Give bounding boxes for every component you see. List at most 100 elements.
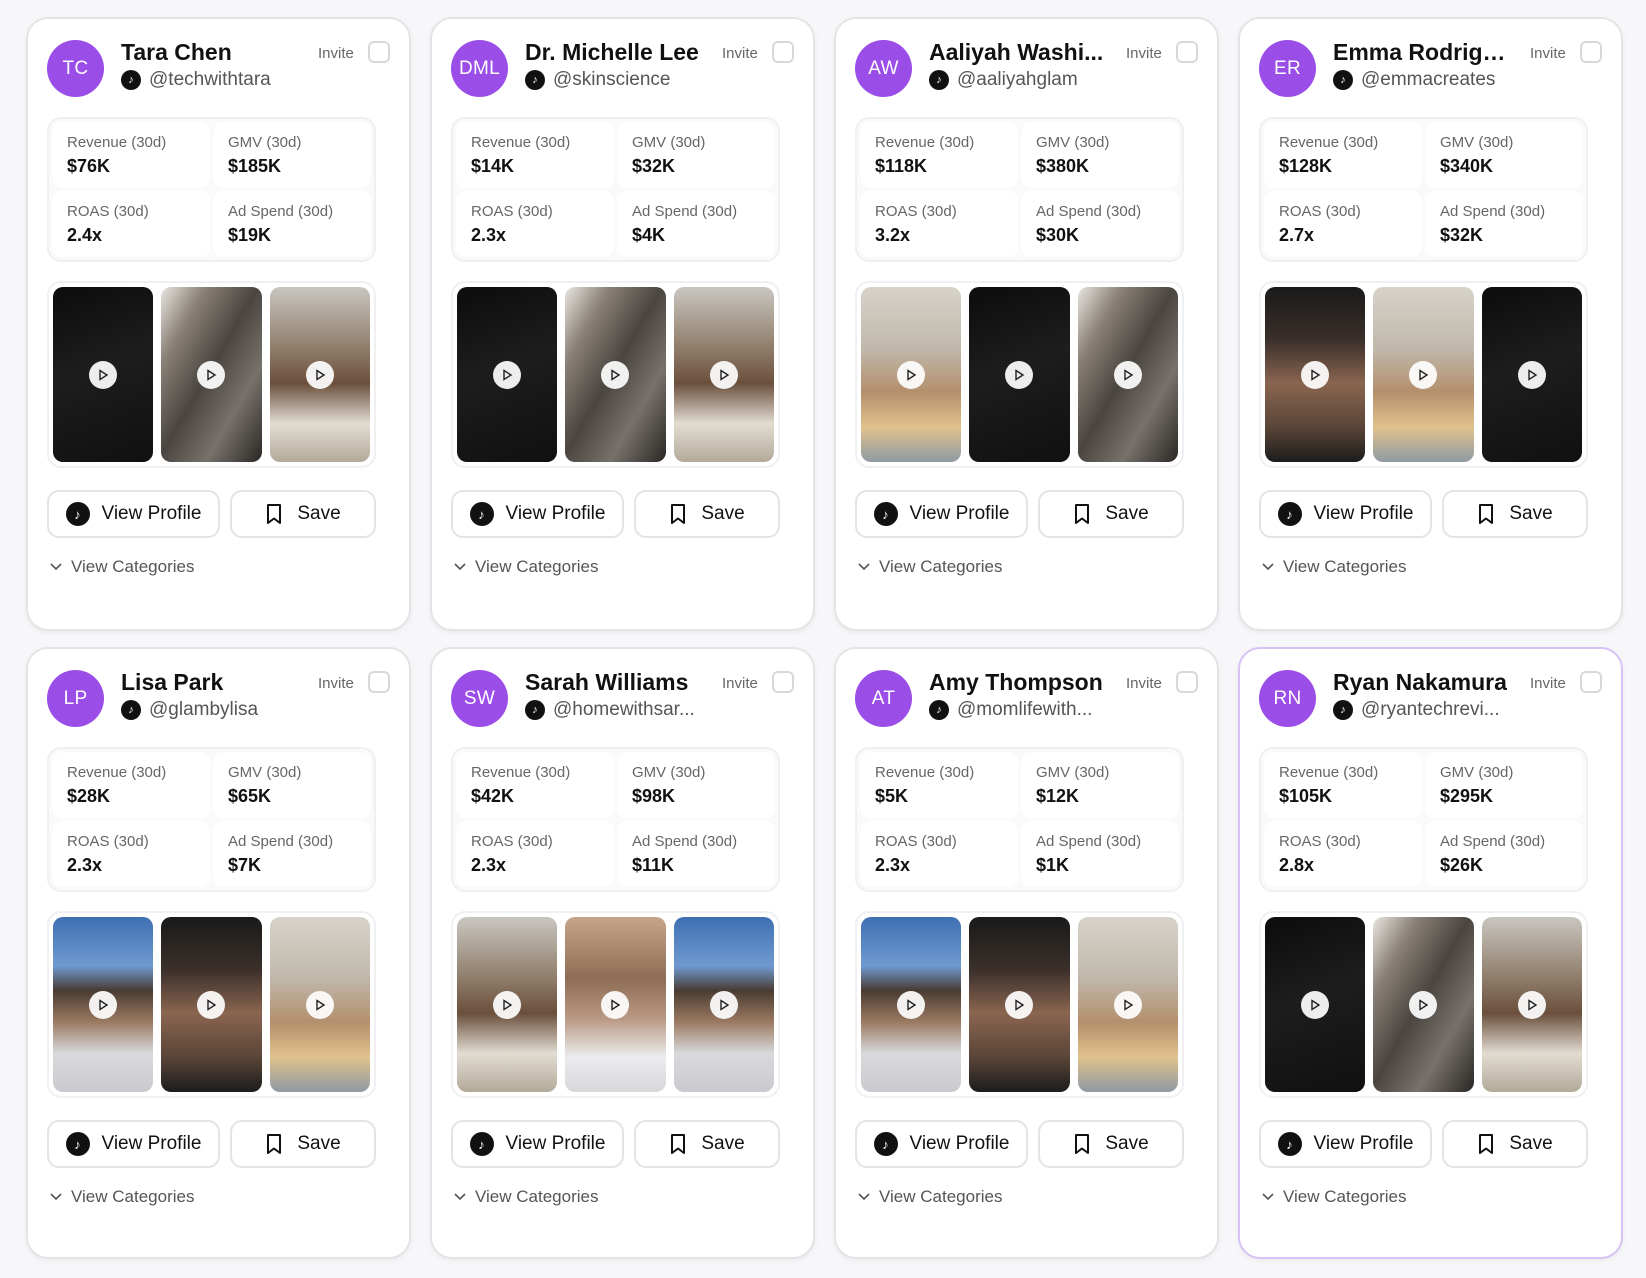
- stat-gmv: GMV (30d) $12K: [1021, 752, 1179, 818]
- stat-revenue: Revenue (30d) $76K: [52, 122, 210, 188]
- save-button[interactable]: Save: [634, 1120, 780, 1168]
- video-thumbnail[interactable]: [269, 287, 370, 462]
- video-thumbnail[interactable]: [269, 917, 370, 1092]
- play-icon: [1517, 360, 1546, 389]
- video-strip: [1259, 281, 1588, 468]
- stat-revenue: Revenue (30d) $128K: [1264, 122, 1422, 188]
- bookmark-icon: [671, 1134, 686, 1154]
- save-button[interactable]: Save: [230, 1120, 376, 1168]
- view-profile-button[interactable]: ♪ View Profile: [855, 1120, 1028, 1168]
- video-strip: [47, 911, 376, 1098]
- view-profile-button[interactable]: ♪ View Profile: [1259, 490, 1432, 538]
- stat-value: $295K: [1440, 786, 1494, 806]
- video-thumbnail[interactable]: [673, 917, 774, 1092]
- stat-value: 2.3x: [471, 855, 507, 875]
- play-icon: [897, 360, 926, 389]
- video-thumbnail[interactable]: [861, 287, 962, 462]
- view-categories-toggle[interactable]: View Categories: [1262, 557, 1406, 577]
- invite-checkbox[interactable]: [1580, 671, 1602, 693]
- video-thumbnail[interactable]: [1373, 287, 1474, 462]
- creator-handle: @techwithtara: [149, 69, 271, 90]
- view-profile-button[interactable]: ♪ View Profile: [451, 490, 624, 538]
- stat-ad-spend: Ad Spend (30d) $32K: [1425, 191, 1583, 257]
- video-thumbnail[interactable]: [53, 917, 154, 1092]
- invite-label: Invite: [1530, 675, 1566, 692]
- video-thumbnail[interactable]: [861, 917, 962, 1092]
- view-profile-button[interactable]: ♪ View Profile: [47, 1120, 220, 1168]
- save-button[interactable]: Save: [1038, 490, 1184, 538]
- invite-label: Invite: [722, 675, 758, 692]
- invite-checkbox[interactable]: [772, 41, 794, 63]
- video-thumbnail[interactable]: [1077, 917, 1178, 1092]
- video-thumbnail[interactable]: [457, 917, 558, 1092]
- save-button[interactable]: Save: [634, 490, 780, 538]
- save-button[interactable]: Save: [1038, 1120, 1184, 1168]
- invite-checkbox[interactable]: [368, 41, 390, 63]
- video-thumbnail[interactable]: [161, 287, 262, 462]
- stat-ad-spend: Ad Spend (30d) $26K: [1425, 821, 1583, 887]
- tiktok-icon: ♪: [929, 700, 949, 720]
- creator-card: LP Lisa Park ♪ @glambylisa Invite Revenu…: [26, 647, 411, 1259]
- stat-gmv: GMV (30d) $32K: [617, 122, 775, 188]
- stat-label: ROAS (30d): [67, 833, 149, 850]
- play-icon: [1113, 990, 1142, 1019]
- play-icon: [89, 990, 118, 1019]
- tiktok-icon: ♪: [1277, 1132, 1302, 1156]
- chevron-down-icon: [858, 563, 870, 571]
- save-button[interactable]: Save: [1442, 490, 1588, 538]
- video-thumbnail[interactable]: [565, 917, 666, 1092]
- view-profile-label: View Profile: [1313, 1133, 1414, 1154]
- creator-handle: @skinscience: [553, 69, 671, 90]
- tiktok-icon: ♪: [121, 70, 141, 90]
- video-thumbnail[interactable]: [161, 917, 262, 1092]
- creator-name: Tara Chen: [121, 39, 232, 65]
- view-categories-toggle[interactable]: View Categories: [50, 1187, 194, 1207]
- view-profile-button[interactable]: ♪ View Profile: [47, 490, 220, 538]
- invite-checkbox[interactable]: [772, 671, 794, 693]
- invite-checkbox[interactable]: [1580, 41, 1602, 63]
- video-thumbnail[interactable]: [1481, 287, 1582, 462]
- view-profile-button[interactable]: ♪ View Profile: [855, 490, 1028, 538]
- video-thumbnail[interactable]: [969, 917, 1070, 1092]
- creator-name: Emma Rodriguez: [1333, 39, 1511, 65]
- video-strip: [855, 911, 1184, 1098]
- invite-checkbox[interactable]: [368, 671, 390, 693]
- creator-handle-row: ♪ @ryantechrevi...: [1333, 699, 1500, 721]
- chevron-down-icon: [50, 1193, 62, 1201]
- video-thumbnail[interactable]: [1077, 287, 1178, 462]
- stat-roas: ROAS (30d) 2.4x: [52, 191, 210, 257]
- stat-value: $380K: [1036, 156, 1090, 176]
- video-thumbnail[interactable]: [1265, 917, 1366, 1092]
- video-thumbnail[interactable]: [1373, 917, 1474, 1092]
- view-profile-button[interactable]: ♪ View Profile: [1259, 1120, 1432, 1168]
- view-categories-toggle[interactable]: View Categories: [454, 1187, 598, 1207]
- stat-gmv: GMV (30d) $295K: [1425, 752, 1583, 818]
- stat-ad-spend: Ad Spend (30d) $4K: [617, 191, 775, 257]
- stat-value: $1K: [1036, 855, 1070, 875]
- creator-card: AW Aaliyah Washi... ♪ @aaliyahglam Invit…: [834, 17, 1219, 631]
- video-thumbnail[interactable]: [53, 287, 154, 462]
- view-profile-button[interactable]: ♪ View Profile: [451, 1120, 624, 1168]
- video-strip: [1259, 911, 1588, 1098]
- video-thumbnail[interactable]: [673, 287, 774, 462]
- video-thumbnail[interactable]: [1265, 287, 1366, 462]
- stat-revenue: Revenue (30d) $42K: [456, 752, 614, 818]
- invite-checkbox[interactable]: [1176, 41, 1198, 63]
- video-thumbnail[interactable]: [1481, 917, 1582, 1092]
- view-categories-toggle[interactable]: View Categories: [454, 557, 598, 577]
- view-categories-label: View Categories: [71, 557, 195, 576]
- video-thumbnail[interactable]: [969, 287, 1070, 462]
- invite-checkbox[interactable]: [1176, 671, 1198, 693]
- view-categories-toggle[interactable]: View Categories: [1262, 1187, 1406, 1207]
- save-button[interactable]: Save: [230, 490, 376, 538]
- view-categories-toggle[interactable]: View Categories: [858, 557, 1002, 577]
- bookmark-icon: [1075, 504, 1090, 524]
- stat-label: Revenue (30d): [1279, 764, 1379, 781]
- view-categories-toggle[interactable]: View Categories: [858, 1187, 1002, 1207]
- stat-label: Revenue (30d): [67, 134, 167, 151]
- video-thumbnail[interactable]: [565, 287, 666, 462]
- video-thumbnail[interactable]: [457, 287, 558, 462]
- play-icon: [1005, 360, 1034, 389]
- view-categories-toggle[interactable]: View Categories: [50, 557, 194, 577]
- save-button[interactable]: Save: [1442, 1120, 1588, 1168]
